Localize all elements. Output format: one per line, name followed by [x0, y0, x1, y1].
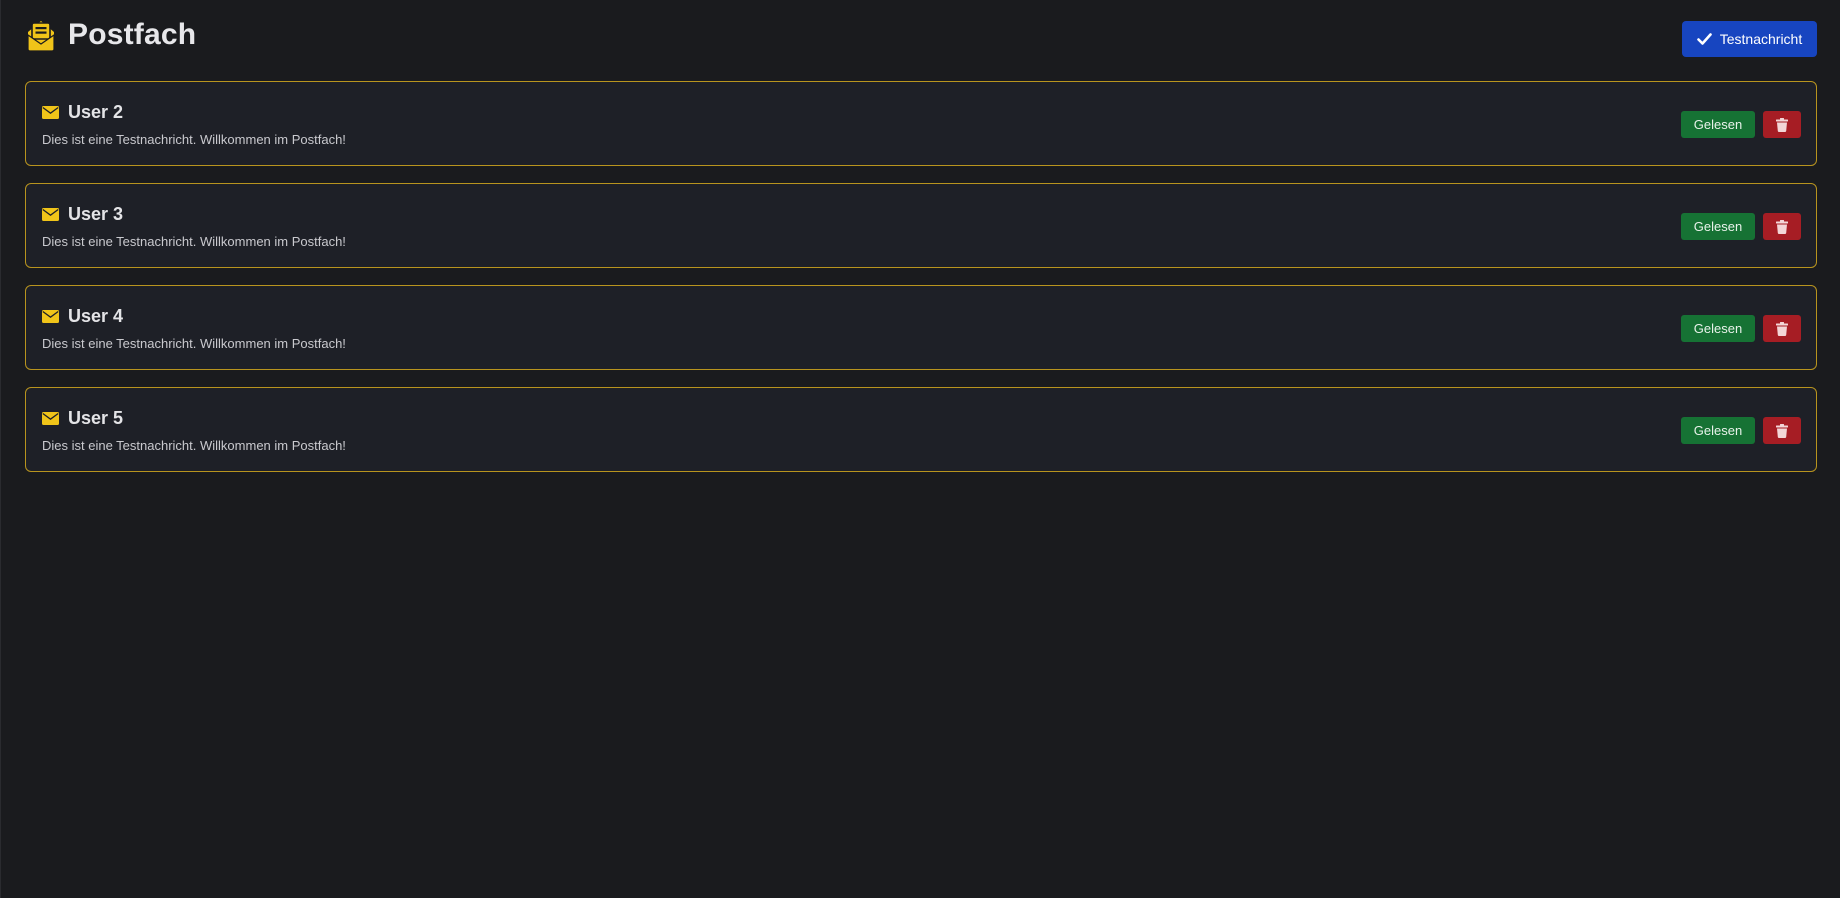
trash-icon	[1776, 321, 1788, 336]
trash-icon	[1776, 219, 1788, 234]
message-actions: Gelesen	[1681, 315, 1801, 342]
mark-read-button[interactable]: Gelesen	[1681, 417, 1755, 444]
delete-button[interactable]	[1763, 111, 1801, 138]
message-sender: User 2	[68, 102, 124, 122]
message-header: User 4	[42, 306, 123, 327]
delete-button[interactable]	[1763, 213, 1801, 240]
trash-icon	[1776, 423, 1788, 438]
mark-read-button[interactable]: Gelesen	[1681, 315, 1755, 342]
envelope-open-text-icon	[27, 21, 55, 52]
page-title-group: Postfach	[25, 18, 196, 52]
message-card: User 4 Dies ist eine Testnachricht. Will…	[25, 285, 1817, 370]
message-text: Dies ist eine Testnachricht. Willkommen …	[42, 438, 346, 453]
message-list: User 2 Dies ist eine Testnachricht. Will…	[25, 81, 1817, 489]
check-icon	[1696, 33, 1712, 45]
page-title: Postfach	[68, 18, 197, 51]
mark-read-button[interactable]: Gelesen	[1681, 111, 1755, 138]
delete-button[interactable]	[1763, 315, 1801, 342]
message-actions: Gelesen	[1681, 111, 1801, 138]
delete-button[interactable]	[1763, 417, 1801, 444]
envelope-icon	[42, 208, 59, 221]
message-actions: Gelesen	[1681, 417, 1801, 444]
message-sender: User 4	[68, 306, 124, 326]
message-header: User 5	[42, 408, 123, 429]
message-sender: User 3	[68, 204, 124, 224]
message-card: User 3 Dies ist eine Testnachricht. Will…	[25, 183, 1817, 268]
message-header: User 2	[42, 102, 123, 123]
page-header: Postfach Testnachricht	[1, 0, 1840, 80]
envelope-icon	[42, 106, 59, 119]
message-text: Dies ist eine Testnachricht. Willkommen …	[42, 234, 346, 249]
message-actions: Gelesen	[1681, 213, 1801, 240]
message-card: User 2 Dies ist eine Testnachricht. Will…	[25, 81, 1817, 166]
message-sender: User 5	[68, 408, 124, 428]
test-message-button[interactable]: Testnachricht	[1682, 21, 1817, 57]
message-text: Dies ist eine Testnachricht. Willkommen …	[42, 336, 346, 351]
mark-read-button[interactable]: Gelesen	[1681, 213, 1755, 240]
message-text: Dies ist eine Testnachricht. Willkommen …	[42, 132, 346, 147]
test-message-button-label: Testnachricht	[1719, 31, 1803, 47]
message-header: User 3	[42, 204, 123, 225]
envelope-icon	[42, 310, 59, 323]
envelope-icon	[42, 412, 59, 425]
trash-icon	[1776, 117, 1788, 132]
message-card: User 5 Dies ist eine Testnachricht. Will…	[25, 387, 1817, 472]
